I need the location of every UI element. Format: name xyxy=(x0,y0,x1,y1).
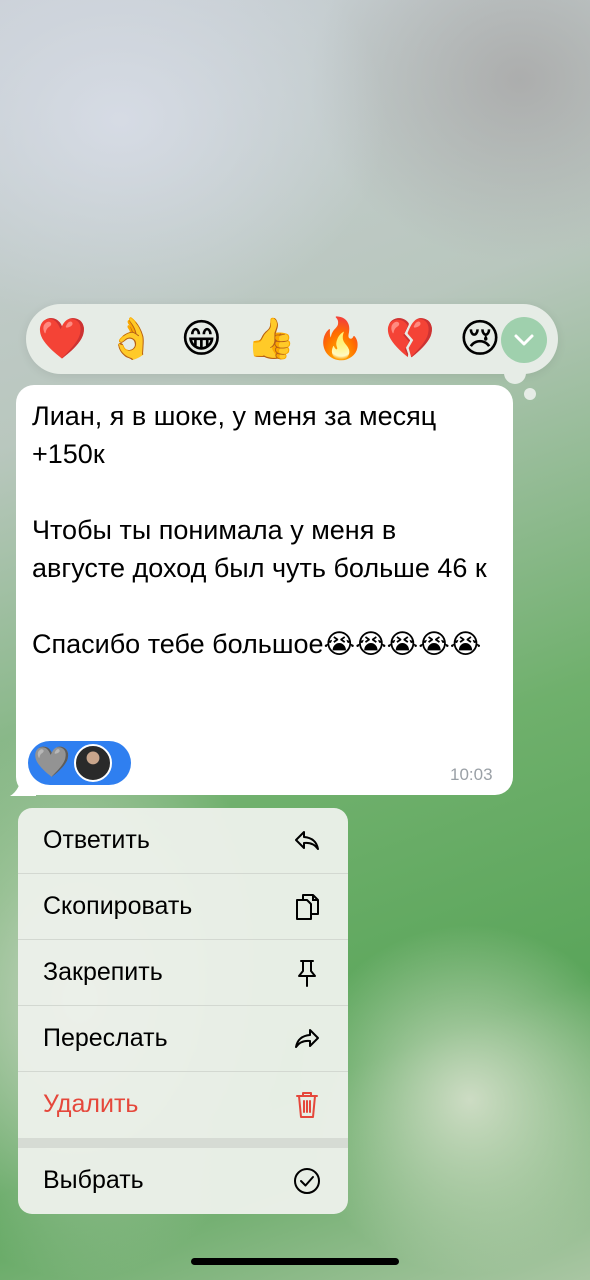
chevron-down-icon xyxy=(514,334,534,346)
reaction-picker-tail xyxy=(504,362,526,384)
menu-section-gap xyxy=(18,1138,348,1148)
menu-item-copy[interactable]: Скопировать xyxy=(18,874,348,939)
menu-item-label: Выбрать xyxy=(43,1166,144,1194)
menu-item-pin[interactable]: Закрепить xyxy=(18,940,348,1005)
reaction-heart[interactable]: ❤️ xyxy=(36,310,88,368)
expand-reactions-button[interactable] xyxy=(501,317,547,363)
menu-item-label: Ответить xyxy=(43,826,150,854)
silver-heart-icon: 🩶 xyxy=(33,746,71,779)
message-reaction-badge[interactable]: 🩶 xyxy=(28,741,131,785)
reaction-list: ❤️ 👌 😁 👍 🔥 💔 😢 xyxy=(36,310,506,368)
reaction-ok-hand[interactable]: 👌 xyxy=(106,310,158,368)
context-menu: Ответить Скопировать Закрепить Переслать xyxy=(18,808,348,1214)
menu-item-delete[interactable]: Удалить xyxy=(18,1072,348,1137)
menu-item-label: Скопировать xyxy=(43,892,193,920)
reaction-picker-tail-dot xyxy=(524,388,536,400)
menu-item-label: Удалить xyxy=(43,1090,139,1118)
message-bubble[interactable]: Лиан, я в шоке, у меня за месяц +150к Чт… xyxy=(16,385,513,795)
message-time: 10:03 xyxy=(450,765,493,784)
reaction-crying[interactable]: 😢 xyxy=(454,310,506,368)
menu-item-label: Переслать xyxy=(43,1024,168,1052)
reply-icon xyxy=(292,826,322,856)
copy-icon xyxy=(292,892,322,922)
menu-item-label: Закрепить xyxy=(43,958,163,986)
menu-item-reply[interactable]: Ответить xyxy=(18,808,348,873)
trash-icon xyxy=(292,1090,322,1120)
menu-item-forward[interactable]: Переслать xyxy=(18,1006,348,1071)
reaction-broken-heart[interactable]: 💔 xyxy=(384,310,436,368)
reaction-grin[interactable]: 😁 xyxy=(175,310,227,368)
menu-item-select[interactable]: Выбрать xyxy=(18,1148,348,1213)
home-indicator[interactable] xyxy=(191,1258,399,1265)
reaction-thumbs-up[interactable]: 👍 xyxy=(245,310,297,368)
reaction-fire[interactable]: 🔥 xyxy=(315,310,367,368)
message-text: Лиан, я в шоке, у меня за месяц +150к Чт… xyxy=(32,401,487,659)
pin-icon xyxy=(292,958,322,988)
checkmark-circle-icon xyxy=(292,1166,322,1196)
avatar xyxy=(74,744,112,782)
forward-icon xyxy=(292,1024,322,1054)
